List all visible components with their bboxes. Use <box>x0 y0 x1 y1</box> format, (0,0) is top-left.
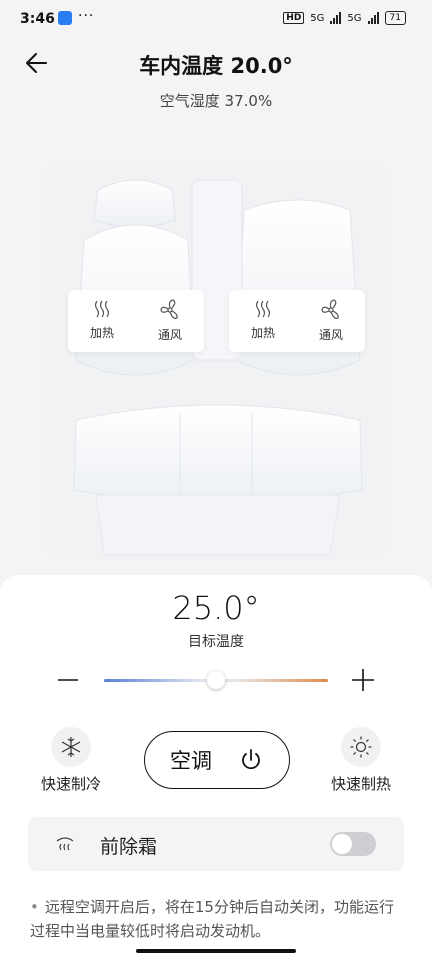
sun-icon-wrap <box>341 727 381 767</box>
front-left-seat-controls: 加热 通风 <box>68 290 204 352</box>
rear-bench-seat <box>73 404 363 556</box>
info-note: • 远程空调开启后，将在15分钟后自动关闭，功能运行过程中当电量较低时将启动发动机… <box>30 895 402 943</box>
app-notification-icon <box>58 11 72 25</box>
seat-vent-fan-icon <box>160 299 178 319</box>
system-icons: HD 5G 5G 71 <box>283 11 406 25</box>
defrost-icon <box>56 837 74 851</box>
hd-icon: HD <box>283 12 305 24</box>
quick-heat-button[interactable]: 快速制热 <box>316 727 406 794</box>
network-label-2: 5G <box>347 12 362 24</box>
front-defrost-toggle[interactable] <box>330 832 376 856</box>
quick-cool-label: 快速制冷 <box>40 775 101 793</box>
network-label-1: 5G <box>310 12 325 24</box>
home-indicator[interactable] <box>136 949 296 953</box>
quick-cool-button[interactable]: 快速制冷 <box>26 727 116 794</box>
ac-power-button[interactable]: 空调 <box>144 731 290 789</box>
quick-heat-label: 快速制热 <box>330 775 391 793</box>
target-temperature-label: 目标温度 <box>188 634 244 650</box>
front-defrost-row: 前除霜 <box>28 817 404 871</box>
seat-vent-fan-icon <box>321 299 339 319</box>
sun-icon <box>350 736 372 758</box>
info-note-text: 远程空调开启后，将在15分钟后自动关闭，功能运行过程中当电量较低时将启动发动机。 <box>30 898 394 940</box>
heat-label: 加热 <box>250 326 275 340</box>
seat-heat-icon <box>94 300 110 318</box>
front-left-vent-button[interactable]: 通风 <box>136 290 204 352</box>
bullet-icon: • <box>30 898 39 916</box>
front-right-seat-controls: 加热 通风 <box>229 290 365 352</box>
signal-icon-2 <box>367 12 379 24</box>
status-bar: 3:46 ··· HD 5G 5G 71 <box>0 0 432 40</box>
top-bar: 车内温度 20.0° <box>0 44 432 84</box>
temperature-slider-thumb[interactable] <box>207 671 225 689</box>
vent-label: 通风 <box>157 328 182 342</box>
seat-heat-icon <box>255 300 271 318</box>
climate-control-panel: 25.0° 目标温度 快速制冷 空调 快速制热 前除霜 • 远程空调开启后，将在… <box>0 575 432 960</box>
front-right-heat-button[interactable]: 加热 <box>229 290 297 352</box>
signal-icon <box>330 12 342 24</box>
target-temperature: 25.0° <box>172 589 260 627</box>
heat-label: 加热 <box>89 326 114 340</box>
snowflake-icon-wrap <box>51 727 91 767</box>
toggle-thumb <box>332 834 352 854</box>
battery-icon: 71 <box>384 11 406 25</box>
car-interior-illustration <box>40 160 392 560</box>
ac-label: 空调 <box>170 749 212 773</box>
increase-temperature-button[interactable] <box>350 665 376 695</box>
temperature-slider[interactable] <box>104 671 328 689</box>
more-notifications-icon: ··· <box>78 8 95 24</box>
snowflake-icon <box>61 737 81 757</box>
front-defrost-label: 前除霜 <box>100 836 158 858</box>
page-title: 车内温度 20.0° <box>139 54 293 78</box>
status-time: 3:46 <box>20 11 55 27</box>
vent-label: 通风 <box>318 328 343 342</box>
decrease-temperature-button[interactable] <box>56 665 80 695</box>
front-right-vent-button[interactable]: 通风 <box>297 290 365 352</box>
front-left-heat-button[interactable]: 加热 <box>68 290 136 352</box>
humidity-readout: 空气湿度 37.0% <box>159 92 273 110</box>
power-icon <box>242 749 260 770</box>
